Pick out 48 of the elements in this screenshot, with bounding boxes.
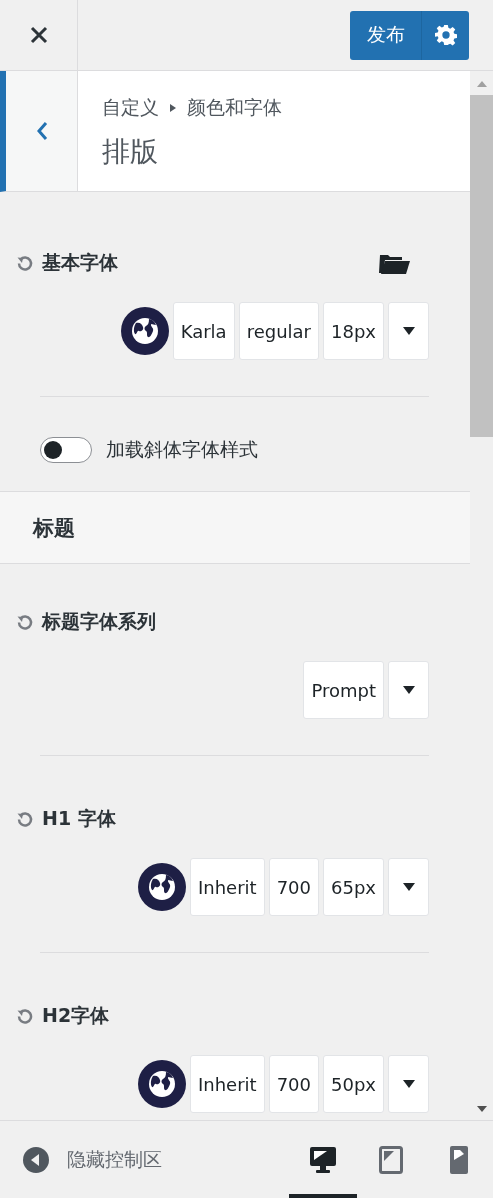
reset-icon[interactable]: [16, 1007, 34, 1025]
chevron-left-icon: [34, 120, 49, 142]
font-select[interactable]: Karla: [172, 302, 235, 360]
globe-icon[interactable]: [138, 1060, 186, 1108]
scroll-up-icon[interactable]: [476, 81, 487, 87]
tablet-icon: [379, 1145, 403, 1174]
caret-down-icon: [401, 882, 416, 892]
globe-icon[interactable]: [120, 307, 169, 355]
control-label: H1 字体: [42, 806, 116, 831]
scroll-down-icon[interactable]: [476, 1106, 487, 1112]
caret-down-icon: [401, 685, 416, 695]
font-select[interactable]: 18px: [323, 302, 384, 360]
reset-icon[interactable]: [16, 613, 34, 631]
hide-controls-button[interactable]: 隐藏控制区: [23, 1146, 162, 1173]
reset-icon[interactable]: [16, 810, 34, 828]
dropdown-button[interactable]: [388, 661, 429, 719]
dropdown-button[interactable]: [388, 1055, 429, 1113]
font-select[interactable]: Prompt: [303, 661, 384, 719]
close-icon: [29, 26, 48, 44]
font-select[interactable]: Inherit: [190, 858, 265, 916]
reset-icon[interactable]: [16, 254, 34, 272]
settings-icon: [434, 24, 457, 46]
group-heading: 标题: [33, 514, 75, 542]
font-select[interactable]: 700: [268, 858, 319, 916]
caret-down-icon: [401, 1079, 416, 1089]
dropdown-button[interactable]: [388, 302, 429, 360]
font-select[interactable]: 50px: [323, 1055, 384, 1113]
control-label: 标题字体系列: [42, 609, 156, 634]
publish-button[interactable]: 发布: [350, 10, 421, 60]
toggle-switch[interactable]: [40, 437, 92, 463]
settings-button[interactable]: [421, 10, 469, 60]
font-select[interactable]: 65px: [323, 858, 384, 916]
control-label: 基本字体: [42, 250, 118, 275]
breadcrumb-current: 颜色和字体: [187, 95, 282, 120]
globe-icon[interactable]: [138, 863, 186, 911]
section-title: 排版: [102, 134, 159, 170]
caret-down-icon: [401, 326, 416, 336]
dropdown-button[interactable]: [388, 858, 429, 916]
triangle-right-icon: [169, 103, 177, 113]
collapse-left-icon: [23, 1146, 49, 1173]
breadcrumb-parent: 自定义: [102, 95, 159, 120]
mobile-icon: [450, 1145, 468, 1174]
font-select[interactable]: 700: [268, 1055, 319, 1113]
desktop-icon: [309, 1145, 337, 1174]
toggle-label: 加载斜体字体样式: [106, 437, 258, 462]
control-label: H2字体: [42, 1003, 110, 1028]
font-select[interactable]: Inherit: [190, 1055, 265, 1113]
font-select[interactable]: regular: [238, 302, 319, 360]
